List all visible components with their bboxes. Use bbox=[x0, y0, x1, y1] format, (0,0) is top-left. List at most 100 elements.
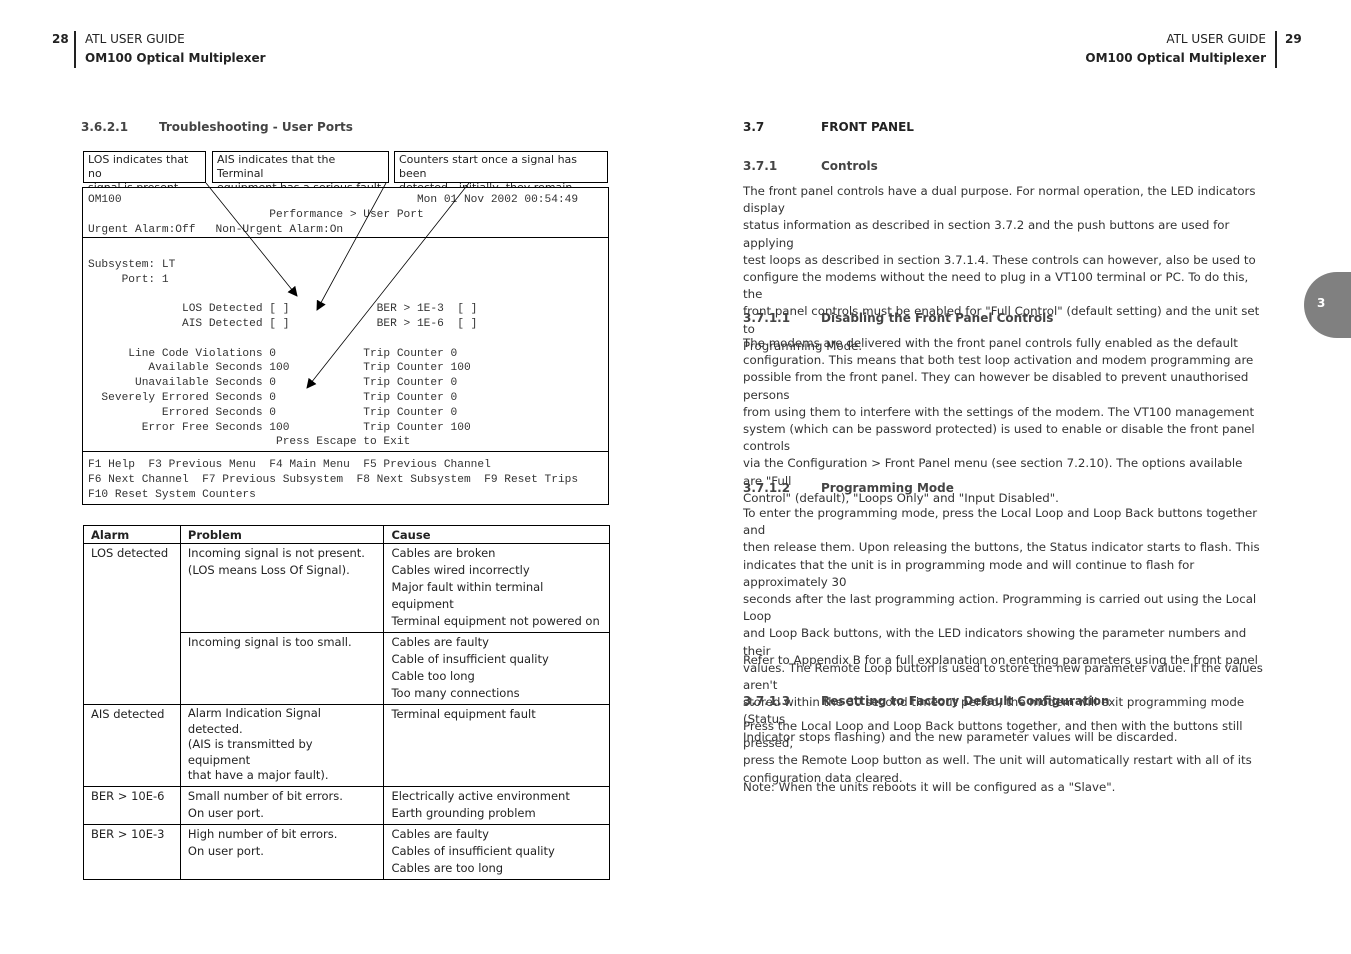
paragraph: The front panel controls have a dual pur… bbox=[743, 183, 1263, 355]
problem-line: Small number of bit errors. bbox=[187, 788, 343, 803]
ais-detected-line: AIS Detected [ ] BER > 1E-6 [ ] bbox=[88, 317, 478, 330]
text-line: configure the modems without the need to… bbox=[743, 270, 1249, 302]
terminal-line: Performance > User Port bbox=[88, 208, 424, 221]
cause-line: Cable of insufficient quality bbox=[391, 652, 549, 666]
counter-line: Available Seconds 100 Trip Counter 100 bbox=[88, 362, 471, 375]
header-divider bbox=[74, 31, 76, 68]
section-number: 3.7.1.2 bbox=[743, 481, 791, 495]
text-line: To enter the programming mode, press the… bbox=[743, 506, 1258, 538]
text-line: The front panel controls have a dual pur… bbox=[743, 184, 1256, 216]
section-title: Programming Mode bbox=[821, 481, 954, 495]
cause-line: Earth grounding problem bbox=[391, 805, 536, 820]
text-line: system (which can be password protected)… bbox=[743, 422, 1255, 454]
section-number: 3.7.1.1 bbox=[743, 311, 791, 325]
column-header-cause: Cause bbox=[383, 525, 610, 544]
section-number: 3.7.1 bbox=[743, 159, 778, 173]
alarm-cell: LOS detected bbox=[83, 543, 181, 705]
problem-cell: Alarm Indication Signal detected. (AIS i… bbox=[179, 704, 385, 787]
section-heading: 3.7.1 Controls bbox=[743, 159, 878, 173]
chapter-tab-number: 3 bbox=[1317, 296, 1326, 310]
column-header-alarm: Alarm bbox=[83, 525, 181, 544]
cause-line: Cables are faulty bbox=[391, 826, 489, 841]
cause-line: Major fault within terminal equipment bbox=[391, 580, 544, 611]
terminal-screen: OM100 Mon 01 Nov 2002 00:54:49 Performan… bbox=[82, 187, 609, 505]
cause-line: Cables are broken bbox=[391, 546, 496, 560]
paragraph: To enter the programming mode, press the… bbox=[743, 505, 1263, 746]
text-line: The modems are delivered with the front … bbox=[743, 336, 1238, 350]
text-line: possible from the front panel. They can … bbox=[743, 370, 1249, 402]
table-row: BER > 10E-6 Small number of bit errors. … bbox=[83, 785, 610, 825]
text-line: Press the Local Loop and Loop Back butto… bbox=[743, 719, 1243, 751]
text-line: Note: When the units reboots it will be … bbox=[743, 780, 1116, 794]
problem-cell: Incoming signal is too small. bbox=[179, 632, 385, 705]
terminal-header: OM100 Mon 01 Nov 2002 00:54:49 Performan… bbox=[83, 188, 608, 238]
cause-cell: Terminal equipment fault bbox=[383, 704, 610, 787]
alarm-cell: AIS detected bbox=[83, 704, 181, 787]
problem-line: On user port. bbox=[187, 805, 264, 820]
page-number: 28 bbox=[52, 32, 69, 46]
section-heading: 3.7 FRONT PANEL bbox=[743, 120, 914, 134]
cause-line: Cables are faulty bbox=[391, 635, 489, 649]
paragraph: Note: When the units reboots it will be … bbox=[743, 779, 1263, 796]
terminal-footer: F1 Help F3 Previous Menu F4 Main Menu F5… bbox=[83, 452, 608, 502]
cause-cell: Electrically active environment Earth gr… bbox=[383, 785, 610, 825]
problem-line: (LOS means Loss Of Signal). bbox=[187, 563, 350, 577]
page-number: 29 bbox=[1285, 32, 1302, 46]
header-title: ATL USER GUIDE bbox=[1166, 32, 1266, 46]
problem-line: Incoming signal is too small. bbox=[187, 635, 352, 649]
section-number: 3.7 bbox=[743, 120, 765, 134]
problem-line: High number of bit errors. bbox=[187, 826, 338, 841]
section-title: FRONT PANEL bbox=[821, 120, 914, 134]
header-title: ATL USER GUIDE bbox=[85, 32, 185, 46]
text-line: indicates that the unit is in programmin… bbox=[743, 557, 1195, 589]
cause-line: Electrically active environment bbox=[391, 788, 570, 803]
cause-line: Cables are too long bbox=[391, 860, 504, 875]
alarm-cell: BER > 10E-3 bbox=[83, 823, 181, 880]
problem-cell: High number of bit errors. On user port. bbox=[179, 823, 385, 880]
callout-line: AIS indicates that the Terminal bbox=[217, 153, 336, 180]
table-row: LOS detected Incoming signal is not pres… bbox=[83, 543, 610, 705]
text-line: status information as described in secti… bbox=[743, 218, 1230, 250]
cause-line: Terminal equipment not powered on bbox=[391, 614, 600, 628]
cause-cell: Cables are broken Cables wired incorrect… bbox=[383, 543, 610, 633]
section-title: Resetting to Factory Default Configurati… bbox=[821, 694, 1110, 708]
section-number: 3.6.2.1 bbox=[81, 120, 129, 134]
section-title: Controls bbox=[821, 159, 878, 173]
problem-cell: Small number of bit errors. On user port… bbox=[179, 785, 385, 825]
problem-line: (AIS is transmitted by equipment bbox=[187, 737, 313, 767]
function-keys-line: F6 Next Channel F7 Previous Subsystem F8… bbox=[88, 473, 579, 486]
table-row: AIS detected Alarm Indication Signal det… bbox=[83, 704, 610, 787]
chapter-tab: 3 bbox=[1304, 272, 1351, 338]
counter-line: Error Free Seconds 100 Trip Counter 100 bbox=[88, 421, 471, 434]
cause-cell: Cables are faulty Cables of insufficient… bbox=[383, 823, 610, 880]
column-header-problem: Problem bbox=[179, 525, 385, 544]
counter-line: Errored Seconds 0 Trip Counter 0 bbox=[88, 406, 458, 419]
function-keys-line: F10 Reset System Counters bbox=[88, 488, 256, 501]
alarm-table: Alarm Problem Cause LOS detected Incomin… bbox=[83, 525, 610, 880]
callout-counters: Counters start once a signal has been de… bbox=[394, 151, 608, 208]
terminal-line: Port: 1 bbox=[88, 273, 169, 286]
table-row: BER > 10E-3 High number of bit errors. O… bbox=[83, 823, 610, 880]
text-line: then release them. Upon releasing the bu… bbox=[743, 540, 1260, 555]
section-number: 3.7.1.3 bbox=[743, 694, 791, 708]
terminal-line: OM100 Mon 01 Nov 2002 00:54:49 bbox=[88, 194, 579, 206]
problem-cell: Incoming signal is not present. (LOS mea… bbox=[179, 543, 385, 633]
text-line: from using them to interfere with the se… bbox=[743, 404, 1255, 419]
cause-line: Too many connections bbox=[391, 686, 520, 700]
callout-line: Counters start once a signal has been bbox=[399, 153, 578, 180]
cause-line: Cable too long bbox=[391, 669, 475, 683]
cause-line: Cables of insufficient quality bbox=[391, 843, 555, 858]
section-heading: 3.7.1.2 Programming Mode bbox=[743, 481, 954, 495]
problem-line: On user port. bbox=[187, 843, 264, 858]
header-subtitle: OM100 Optical Multiplexer bbox=[85, 51, 266, 65]
text-line: press the Remote Loop button as well. Th… bbox=[743, 753, 1252, 768]
callout-ais: AIS indicates that the Terminal equipmen… bbox=[212, 151, 389, 194]
paragraph: Refer to Appendix B for a full explanati… bbox=[743, 652, 1263, 669]
header-subtitle: OM100 Optical Multiplexer bbox=[1085, 51, 1266, 65]
text-line: seconds after the last programming actio… bbox=[743, 592, 1257, 624]
section-title: Disabling the Front Panel Controls bbox=[821, 311, 1054, 325]
counter-line: Severely Errored Seconds 0 Trip Counter … bbox=[88, 391, 458, 404]
